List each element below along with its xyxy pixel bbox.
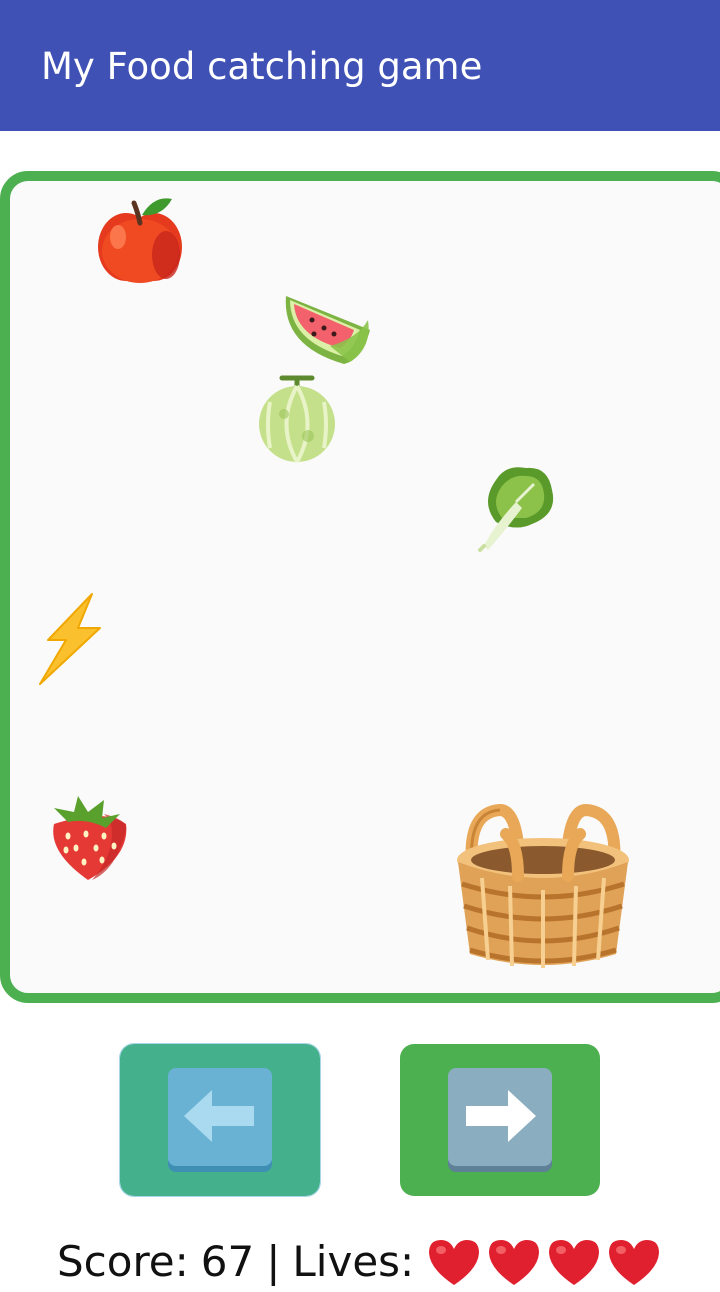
status-separator: | bbox=[266, 1237, 281, 1286]
melon-icon bbox=[259, 375, 335, 463]
heart-icon bbox=[489, 1240, 540, 1285]
heart-icon bbox=[429, 1240, 480, 1285]
score-label: Score: bbox=[57, 1237, 189, 1286]
game-viewport bbox=[0, 0, 720, 1273]
score-value: 67 bbox=[200, 1237, 255, 1286]
apple-icon bbox=[98, 198, 182, 283]
status-bar: Score: 67 | Lives: bbox=[57, 1232, 666, 1292]
lives-hearts bbox=[426, 1237, 666, 1287]
heart-icon bbox=[549, 1240, 600, 1285]
basket-icon bbox=[457, 804, 629, 968]
lightning-icon bbox=[39, 593, 101, 685]
move-left-button[interactable] bbox=[119, 1043, 321, 1197]
left-arrow-icon bbox=[168, 1068, 272, 1172]
heart-icon bbox=[609, 1240, 660, 1285]
move-right-button[interactable] bbox=[400, 1044, 600, 1196]
watermelon-icon bbox=[285, 296, 370, 364]
lives-label: Lives: bbox=[292, 1237, 415, 1286]
lettuce-icon bbox=[478, 467, 554, 552]
right-arrow-icon bbox=[448, 1068, 552, 1172]
strawberry-icon bbox=[53, 796, 127, 880]
